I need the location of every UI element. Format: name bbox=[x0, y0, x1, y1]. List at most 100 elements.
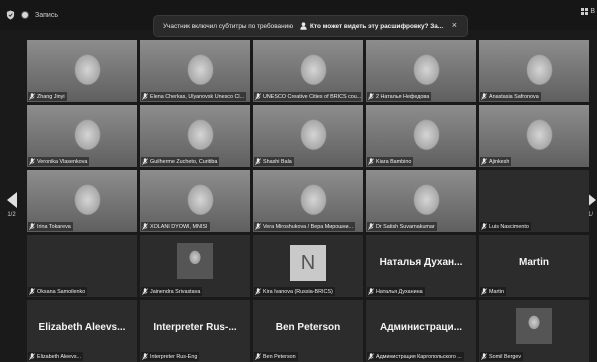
participant-tile[interactable]: Veronika Vlasenkova bbox=[27, 105, 137, 167]
muted-mic-icon bbox=[142, 93, 148, 100]
participant-nameplate: Dr Satish Suvarnakumar bbox=[367, 222, 437, 231]
previous-page-button[interactable]: 1/2 bbox=[4, 192, 19, 218]
record-icon bbox=[21, 11, 29, 19]
participant-tile[interactable]: Наталья Духан... Наталья Духанина bbox=[366, 235, 476, 297]
muted-mic-icon bbox=[29, 223, 35, 230]
muted-mic-icon bbox=[142, 223, 148, 230]
muted-mic-icon bbox=[255, 353, 261, 360]
participant-name: Dr Satish Suvarnakumar bbox=[376, 223, 435, 230]
avatar: N bbox=[290, 245, 326, 281]
participant-tile[interactable]: Somil Bergev bbox=[479, 300, 589, 362]
participant-name: XOLANI DYOWI, MNISI bbox=[150, 223, 208, 230]
participant-nameplate: Наталья Духанина bbox=[367, 287, 425, 296]
participant-name: Kiara Bambino bbox=[376, 158, 412, 165]
participant-nameplate: Interpreter Rus-Eng bbox=[141, 352, 200, 361]
participant-name: Vera Miroshukova / Вера Мирошни... bbox=[263, 223, 354, 230]
view-button[interactable]: В bbox=[581, 8, 595, 15]
participant-nameplate: Veronika Vlasenkova bbox=[28, 157, 90, 166]
participant-nameplate: Oksana Samoilenko bbox=[28, 287, 88, 296]
muted-mic-icon bbox=[368, 353, 374, 360]
participant-tile[interactable]: Jainendra Srivastava bbox=[140, 235, 250, 297]
participant-tile[interactable]: N Kira Ivanova (Russia-BRICS) bbox=[253, 235, 363, 297]
page-indicator-left: 1/2 bbox=[7, 212, 16, 218]
participant-name: UNESCO Creative Cities of BRICS cou... bbox=[263, 93, 361, 100]
participant-photo bbox=[177, 243, 213, 279]
view-label: В bbox=[590, 8, 595, 15]
participant-tile[interactable]: XOLANI DYOWI, MNISI bbox=[140, 170, 250, 232]
muted-mic-icon bbox=[29, 353, 35, 360]
muted-mic-icon bbox=[368, 223, 374, 230]
participant-name: Luis Nascimento bbox=[489, 223, 529, 230]
participant-tile[interactable]: Kiara Bambino bbox=[366, 105, 476, 167]
participant-tile[interactable]: Elizabeth Aleevs... Elizabeth Aleevs... bbox=[27, 300, 137, 362]
person-icon bbox=[300, 22, 307, 30]
participant-nameplate: Anastasia Safronova bbox=[480, 92, 541, 101]
participant-name: Zhang Jinyi bbox=[37, 93, 65, 100]
participant-tile[interactable]: UNESCO Creative Cities of BRICS cou... bbox=[253, 40, 363, 102]
participant-name: Irina Tokareva bbox=[37, 223, 71, 230]
participant-tile[interactable]: Interpreter Rus-... Interpreter Rus-Eng bbox=[140, 300, 250, 362]
muted-mic-icon bbox=[368, 158, 374, 165]
participant-display-name: Наталья Духан... bbox=[379, 257, 463, 268]
participant-tile[interactable]: Vera Miroshukova / Вера Мирошни... bbox=[253, 170, 363, 232]
grid-view-icon bbox=[581, 8, 589, 15]
participant-name: Guilherme Zucheto, Curitiba bbox=[150, 158, 218, 165]
participant-tile[interactable]: Irina Tokareva bbox=[27, 170, 137, 232]
close-icon[interactable]: × bbox=[452, 20, 457, 30]
muted-mic-icon bbox=[142, 288, 148, 295]
who-can-see-link[interactable]: Кто может видеть эту расшифровку? За... bbox=[300, 22, 443, 30]
participant-tile[interactable]: Ajinkesh bbox=[479, 105, 589, 167]
participant-tile[interactable]: Ben Peterson Ben Peterson bbox=[253, 300, 363, 362]
participant-name: Kira Ivanova (Russia-BRICS) bbox=[263, 288, 333, 295]
participant-tile[interactable]: Shashi Bala bbox=[253, 105, 363, 167]
participant-nameplate: UNESCO Creative Cities of BRICS cou... bbox=[254, 92, 361, 101]
participant-name: Ben Peterson bbox=[263, 353, 296, 360]
participant-nameplate: Guilherme Zucheto, Curitiba bbox=[141, 157, 220, 166]
record-label: Запись bbox=[35, 11, 58, 19]
muted-mic-icon bbox=[29, 288, 35, 295]
participant-name: Shashi Bala bbox=[263, 158, 292, 165]
muted-mic-icon bbox=[368, 288, 374, 295]
participant-photo bbox=[516, 308, 552, 344]
shield-icon bbox=[6, 10, 15, 20]
participant-nameplate: 2 Наталья Нефедова bbox=[367, 92, 432, 101]
participant-tile[interactable]: Zhang Jinyi bbox=[27, 40, 137, 102]
participant-nameplate: Ajinkesh bbox=[480, 157, 512, 166]
participant-tile[interactable]: 2 Наталья Нефедова bbox=[366, 40, 476, 102]
participant-nameplate: Zhang Jinyi bbox=[28, 92, 67, 101]
participant-tile[interactable]: Elena Cherkas, Ulyanovsk Unesco Cl... bbox=[140, 40, 250, 102]
participant-tile[interactable]: Oksana Samoilenko bbox=[27, 235, 137, 297]
arrow-left-icon bbox=[6, 192, 17, 208]
participant-name: Elena Cherkas, Ulyanovsk Unesco Cl... bbox=[150, 93, 245, 100]
participant-nameplate: Elena Cherkas, Ulyanovsk Unesco Cl... bbox=[141, 92, 247, 101]
who-can-see-text: Кто может видеть эту расшифровку? За... bbox=[310, 22, 444, 30]
participant-tile[interactable]: Администраци... Администрация Каргопольск… bbox=[366, 300, 476, 362]
muted-mic-icon bbox=[142, 158, 148, 165]
participant-tile[interactable]: Martin Martin bbox=[479, 235, 589, 297]
participant-display-name: Ben Peterson bbox=[275, 322, 341, 333]
participant-name: Oksana Samoilenko bbox=[37, 288, 86, 295]
muted-mic-icon bbox=[142, 353, 148, 360]
participant-name: Martin bbox=[489, 288, 504, 295]
participant-tile[interactable]: Luis Nascimento bbox=[479, 170, 589, 232]
participant-name: Наталья Духанина bbox=[376, 288, 423, 295]
participant-name: Администрация Каргопольского ... bbox=[376, 353, 462, 360]
subtitle-notification: Участник включил субтитры по требованию … bbox=[154, 16, 467, 36]
muted-mic-icon bbox=[255, 93, 261, 100]
participant-display-name: Martin bbox=[519, 257, 549, 268]
participant-gallery: Zhang Jinyi Elena Cherkas, Ulyanovsk Unes… bbox=[27, 40, 593, 362]
participant-tile[interactable]: Dr Satish Suvarnakumar bbox=[366, 170, 476, 232]
participant-display-name: Elizabeth Aleevs... bbox=[38, 322, 126, 333]
muted-mic-icon bbox=[255, 288, 261, 295]
muted-mic-icon bbox=[255, 158, 261, 165]
participant-display-name: Interpreter Rus-... bbox=[153, 322, 237, 333]
participant-name: Elizabeth Aleevs... bbox=[37, 353, 82, 360]
muted-mic-icon bbox=[481, 158, 487, 165]
participant-nameplate: Kira Ivanova (Russia-BRICS) bbox=[254, 287, 335, 296]
participant-tile[interactable]: Anastasia Safronova bbox=[479, 40, 589, 102]
participant-nameplate: Irina Tokareva bbox=[28, 222, 73, 231]
muted-mic-icon bbox=[368, 93, 374, 100]
participant-tile[interactable]: Guilherme Zucheto, Curitiba bbox=[140, 105, 250, 167]
participant-name: Veronika Vlasenkova bbox=[37, 158, 88, 165]
recording-indicator[interactable]: Запись bbox=[6, 8, 58, 22]
